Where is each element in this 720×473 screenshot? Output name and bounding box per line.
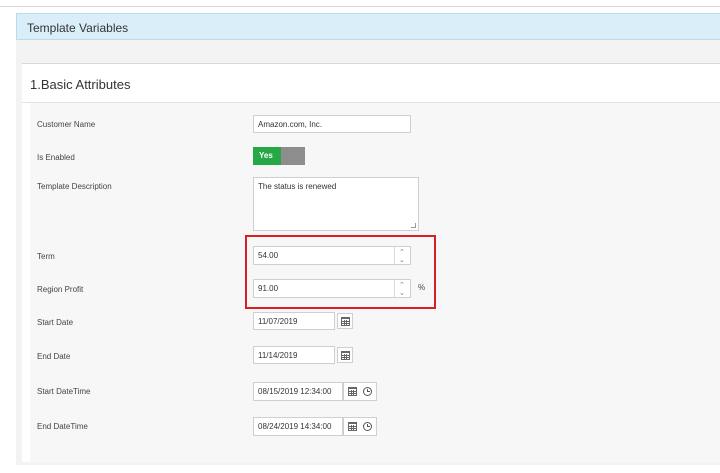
template-description-textarea[interactable]: The status is renewed: [253, 177, 419, 231]
template-description-label: Template Description: [37, 182, 112, 191]
end-date-input[interactable]: 11/14/2019: [253, 346, 335, 364]
start-date-calendar-button[interactable]: [337, 313, 353, 329]
region-profit-label: Region Profit: [37, 285, 84, 294]
is-enabled-toggle[interactable]: Yes: [253, 147, 305, 165]
term-label: Term: [37, 252, 55, 261]
top-divider: [0, 6, 720, 7]
resize-handle-icon[interactable]: [411, 223, 416, 228]
calendar-icon[interactable]: [348, 387, 357, 396]
end-datetime-input[interactable]: 08/24/2019 14:34:00: [253, 417, 343, 436]
calendar-icon: [341, 317, 350, 326]
is-enabled-label: Is Enabled: [37, 153, 75, 162]
end-date-calendar-button[interactable]: [337, 347, 353, 363]
start-date-label: Start Date: [37, 318, 74, 327]
template-description-value: The status is renewed: [258, 182, 337, 191]
header-title: Template Variables: [27, 21, 129, 35]
end-datetime-calendar-button[interactable]: [343, 417, 377, 436]
start-datetime-input[interactable]: 08/15/2019 12:34:00: [253, 382, 343, 401]
clock-icon[interactable]: [363, 387, 372, 396]
highlight-box: [245, 235, 436, 309]
customer-name-input[interactable]: Amazon.com, Inc.: [253, 115, 411, 133]
start-datetime-calendar-button[interactable]: [343, 382, 377, 401]
calendar-icon[interactable]: [348, 422, 357, 431]
end-datetime-label: End DateTime: [37, 422, 88, 431]
start-datetime-value: 08/15/2019 12:34:00: [258, 387, 332, 396]
start-date-value: 11/07/2019: [258, 317, 298, 326]
start-datetime-label: Start DateTime: [37, 387, 91, 396]
calendar-icon: [341, 351, 350, 360]
customer-name-label: Customer Name: [37, 120, 96, 129]
end-date-label: End Date: [37, 352, 71, 361]
section-title: 1.Basic Attributes: [30, 77, 131, 92]
template-variables-header: Template Variables: [16, 13, 720, 40]
start-date-input[interactable]: 11/07/2019: [253, 312, 335, 330]
customer-name-value: Amazon.com, Inc.: [258, 120, 323, 129]
toggle-yes-label: Yes: [253, 147, 281, 165]
toggle-knob: [281, 147, 305, 165]
end-datetime-value: 08/24/2019 14:34:00: [258, 422, 332, 431]
clock-icon[interactable]: [363, 422, 372, 431]
end-date-value: 11/14/2019: [258, 351, 298, 360]
